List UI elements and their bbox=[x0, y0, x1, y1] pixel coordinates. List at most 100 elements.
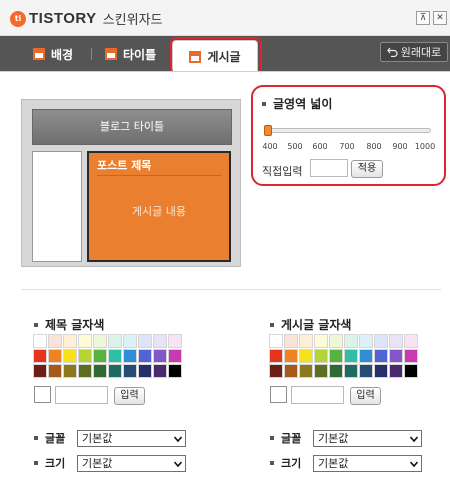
color-swatch[interactable] bbox=[284, 334, 298, 348]
bullet-icon bbox=[34, 436, 38, 440]
color-swatch[interactable] bbox=[48, 364, 62, 378]
color-swatch[interactable] bbox=[168, 349, 182, 363]
color-swatch[interactable] bbox=[374, 334, 388, 348]
color-swatch[interactable] bbox=[329, 334, 343, 348]
color-swatch[interactable] bbox=[314, 364, 328, 378]
color-swatch[interactable] bbox=[78, 364, 92, 378]
slider-tick: 700 bbox=[339, 142, 355, 151]
color-swatch[interactable] bbox=[269, 334, 283, 348]
undo-icon bbox=[386, 47, 398, 57]
chevron-down-icon bbox=[410, 436, 418, 443]
color-swatch[interactable] bbox=[33, 364, 47, 378]
title-font-label-text: 글꼴 bbox=[45, 432, 66, 445]
post-size-select[interactable]: 기본값 bbox=[313, 455, 422, 472]
title-color-palette bbox=[33, 334, 182, 378]
color-swatch[interactable] bbox=[153, 334, 167, 348]
color-swatch[interactable] bbox=[78, 349, 92, 363]
title-size-label: 크기 bbox=[34, 455, 65, 471]
tab-background[interactable]: 배경 bbox=[33, 43, 73, 65]
preview-post-body: 게시글 내용 bbox=[131, 205, 187, 218]
color-swatch[interactable] bbox=[108, 364, 122, 378]
title-color-submit-button[interactable]: 입력 bbox=[114, 387, 145, 405]
color-swatch[interactable] bbox=[138, 349, 152, 363]
color-swatch[interactable] bbox=[123, 349, 137, 363]
title-font-select[interactable]: 기본값 bbox=[77, 430, 186, 447]
window-title: 스킨위자드 bbox=[102, 13, 163, 28]
color-swatch[interactable] bbox=[108, 334, 122, 348]
slider-tick: 500 bbox=[287, 142, 303, 151]
title-color-input[interactable] bbox=[55, 386, 108, 404]
color-swatch[interactable] bbox=[344, 364, 358, 378]
color-swatch[interactable] bbox=[329, 349, 343, 363]
color-swatch[interactable] bbox=[389, 349, 403, 363]
color-swatch[interactable] bbox=[314, 334, 328, 348]
color-swatch[interactable] bbox=[78, 334, 92, 348]
color-swatch[interactable] bbox=[153, 364, 167, 378]
bullet-icon bbox=[34, 461, 38, 465]
title-font-value: 기본값 bbox=[82, 432, 113, 445]
content-width-slider-track[interactable] bbox=[265, 128, 431, 133]
preview-post[interactable]: 포스트 제목 게시글 내용 bbox=[87, 151, 231, 262]
color-swatch[interactable] bbox=[299, 349, 313, 363]
preview-blog-title[interactable]: 블로그 타이틀 bbox=[32, 109, 232, 145]
title-color-preview bbox=[34, 386, 51, 403]
color-swatch[interactable] bbox=[389, 364, 403, 378]
post-color-submit-button[interactable]: 입력 bbox=[350, 387, 381, 405]
color-swatch[interactable] bbox=[108, 349, 122, 363]
restore-button[interactable]: 원래대로 bbox=[380, 42, 448, 62]
color-swatch[interactable] bbox=[359, 334, 373, 348]
color-swatch[interactable] bbox=[359, 364, 373, 378]
color-swatch[interactable] bbox=[63, 334, 77, 348]
apply-width-button[interactable]: 적용 bbox=[351, 160, 383, 178]
color-swatch[interactable] bbox=[359, 349, 373, 363]
color-swatch[interactable] bbox=[93, 364, 107, 378]
color-swatch[interactable] bbox=[93, 349, 107, 363]
color-swatch[interactable] bbox=[123, 334, 137, 348]
title-size-value: 기본값 bbox=[82, 457, 113, 470]
background-icon bbox=[33, 48, 45, 60]
color-swatch[interactable] bbox=[269, 349, 283, 363]
color-swatch[interactable] bbox=[284, 349, 298, 363]
color-swatch[interactable] bbox=[269, 364, 283, 378]
color-swatch[interactable] bbox=[344, 334, 358, 348]
color-swatch[interactable] bbox=[344, 349, 358, 363]
color-swatch[interactable] bbox=[48, 334, 62, 348]
color-swatch[interactable] bbox=[48, 349, 62, 363]
color-swatch[interactable] bbox=[138, 334, 152, 348]
post-color-input[interactable] bbox=[291, 386, 344, 404]
color-swatch[interactable] bbox=[329, 364, 343, 378]
color-swatch[interactable] bbox=[299, 334, 313, 348]
color-swatch[interactable] bbox=[33, 349, 47, 363]
bullet-icon bbox=[34, 322, 38, 327]
tab-title[interactable]: 타이틀 bbox=[105, 43, 156, 65]
close-icon[interactable]: ✕ bbox=[433, 11, 447, 25]
color-swatch[interactable] bbox=[284, 364, 298, 378]
title-size-select[interactable]: 기본값 bbox=[77, 455, 186, 472]
restore-label: 원래대로 bbox=[400, 46, 442, 59]
pin-icon[interactable]: ⊼ bbox=[416, 11, 430, 25]
color-swatch[interactable] bbox=[153, 349, 167, 363]
color-swatch[interactable] bbox=[404, 349, 418, 363]
color-swatch[interactable] bbox=[299, 364, 313, 378]
color-swatch[interactable] bbox=[168, 334, 182, 348]
direct-width-input[interactable] bbox=[310, 159, 348, 177]
content-width-slider-thumb[interactable] bbox=[264, 125, 272, 136]
color-swatch[interactable] bbox=[389, 334, 403, 348]
chevron-down-icon bbox=[174, 461, 182, 468]
color-swatch[interactable] bbox=[123, 364, 137, 378]
color-swatch[interactable] bbox=[33, 334, 47, 348]
color-swatch[interactable] bbox=[404, 364, 418, 378]
color-swatch[interactable] bbox=[374, 349, 388, 363]
tistory-logo-mark: ti bbox=[10, 10, 26, 27]
color-swatch[interactable] bbox=[93, 334, 107, 348]
color-swatch[interactable] bbox=[63, 349, 77, 363]
bullet-icon bbox=[262, 101, 266, 106]
preview-post-title: 포스트 제목 bbox=[97, 158, 221, 176]
color-swatch[interactable] bbox=[63, 364, 77, 378]
color-swatch[interactable] bbox=[404, 334, 418, 348]
color-swatch[interactable] bbox=[314, 349, 328, 363]
post-font-select[interactable]: 기본값 bbox=[313, 430, 422, 447]
color-swatch[interactable] bbox=[138, 364, 152, 378]
color-swatch[interactable] bbox=[168, 364, 182, 378]
color-swatch[interactable] bbox=[374, 364, 388, 378]
